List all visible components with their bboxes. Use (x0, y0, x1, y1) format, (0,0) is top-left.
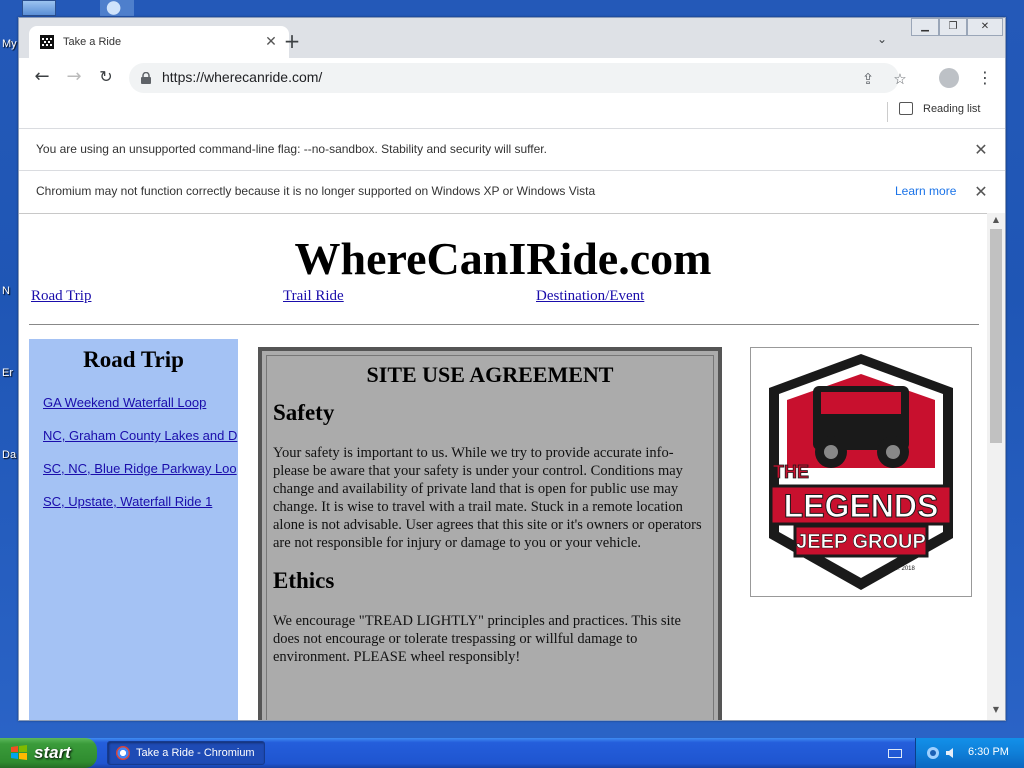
reading-list-label: Reading list (923, 102, 981, 115)
desktop-label-da[interactable]: Da (2, 449, 16, 461)
sidebar-link[interactable]: NC, Graham County Lakes and D (43, 428, 237, 443)
scroll-thumb[interactable] (990, 229, 1002, 443)
agreement-title: SITE USE AGREEMENT (366, 362, 614, 387)
maximize-button[interactable]: ❐ (939, 18, 967, 36)
browser-toolbar: ← → ↻ https://wherecanride.com/ ⇪ ☆ ⋮ (19, 58, 1005, 96)
browser-menu-icon[interactable]: ⋮ (977, 67, 993, 89)
taskbar-task-title: Take a Ride - Chromium (136, 747, 255, 759)
my-computer-icon[interactable] (22, 0, 56, 16)
scroll-down-icon[interactable]: ▼ (990, 705, 1002, 717)
infobar-unsupported-os: Chromium may not function correctly beca… (19, 170, 1005, 212)
infobar-close-icon[interactable]: ✕ (973, 182, 989, 201)
reload-button[interactable]: ↻ (94, 65, 118, 89)
network-tray-icon[interactable] (926, 746, 940, 760)
tab-title: Take a Ride (63, 36, 122, 48)
site-use-agreement: SITE USE AGREEMENT Safety Your safety is… (258, 347, 722, 720)
new-tab-button[interactable]: + (281, 30, 303, 52)
desktop-label-n[interactable]: N (2, 285, 10, 297)
tab-strip: Take a Ride ✕ + ⌄ ▁ ❐ ✕ (19, 18, 1005, 58)
address-bar[interactable]: https://wherecanride.com/ ⇪ ☆ (129, 63, 907, 93)
clock[interactable]: 6:30 PM (968, 746, 1009, 758)
sidebar-link[interactable]: GA Weekend Waterfall Loop (43, 395, 206, 410)
page-content: WhereCanIRide.com Road Trip Trail Ride D… (19, 213, 987, 720)
tab-take-a-ride[interactable]: Take a Ride ✕ (29, 26, 289, 58)
windows-flag-icon (11, 745, 27, 760)
logo-graphic: THE LEGENDS JEEP GROUP EST. 2018 (769, 354, 953, 590)
browser-window: Take a Ride ✕ + ⌄ ▁ ❐ ✕ ← → ↻ https://wh… (18, 17, 1006, 721)
scroll-up-icon[interactable]: ▲ (990, 215, 1002, 227)
keyboard-icon[interactable] (888, 749, 902, 758)
legends-jeep-group-logo: THE LEGENDS JEEP GROUP EST. 2018 (750, 347, 972, 597)
sidebar-title: Road Trip (83, 347, 184, 372)
desktop-label-my[interactable]: My (2, 38, 17, 50)
system-tray: 6:30 PM (915, 738, 1024, 768)
learn-more-link[interactable]: Learn more (895, 184, 956, 198)
site-title: WhereCanIRide.com (294, 233, 712, 284)
logo-text-jeep-group: JEEP GROUP (796, 531, 926, 553)
chromium-icon (116, 746, 130, 760)
url-text[interactable]: https://wherecanride.com/ (162, 69, 322, 85)
site-favicon-icon (40, 35, 54, 49)
tab-search-chevron-icon[interactable]: ⌄ (877, 32, 893, 48)
forward-button[interactable]: → (62, 65, 86, 89)
taskbar: start Take a Ride - Chromium 6:30 PM (0, 738, 1024, 768)
share-icon[interactable]: ⇪ (859, 70, 877, 88)
logo-text-the: THE (773, 462, 809, 482)
horizontal-rule (29, 324, 979, 325)
bookmarks-bar: Reading list (19, 96, 1005, 128)
section-body-safety: Your safety is important to us. While we… (273, 445, 702, 551)
close-window-button[interactable]: ✕ (967, 18, 1003, 36)
reading-list-button[interactable]: Reading list (899, 102, 980, 115)
section-heading-ethics: Ethics (273, 568, 335, 593)
start-button[interactable]: start (0, 738, 97, 768)
sidebar-link[interactable]: SC, Upstate, Waterfall Ride 1 (43, 494, 212, 509)
road-trip-sidebar: Road Trip GA Weekend Waterfall Loop NC, … (29, 339, 238, 720)
profile-avatar-icon[interactable] (939, 68, 959, 88)
infobar-text: You are using an unsupported command-lin… (36, 142, 547, 156)
reading-list-icon (899, 102, 913, 115)
bookmark-star-icon[interactable]: ☆ (891, 70, 909, 88)
infobar-close-icon[interactable]: ✕ (973, 140, 989, 159)
divider (887, 102, 888, 122)
section-heading-safety: Safety (273, 400, 335, 425)
logo-text-est: EST. 2018 (887, 566, 915, 572)
page-scrollbar[interactable]: ▲ ▼ (987, 213, 1005, 720)
desktop-label-er[interactable]: Er (2, 367, 13, 379)
volume-icon[interactable] (944, 746, 958, 760)
nav-link-destination-event[interactable]: Destination/Event (536, 288, 644, 305)
sidebar-link[interactable]: SC, NC, Blue Ridge Parkway Loo (43, 461, 237, 476)
tab-close-icon[interactable]: ✕ (263, 34, 279, 50)
nav-link-trail-ride[interactable]: Trail Ride (283, 288, 344, 305)
minimize-button[interactable]: ▁ (911, 18, 939, 36)
network-icon[interactable] (100, 0, 134, 16)
taskbar-chromium-button[interactable]: Take a Ride - Chromium (107, 741, 265, 765)
nav-link-road-trip[interactable]: Road Trip (31, 288, 91, 305)
back-button[interactable]: ← (30, 65, 54, 89)
infobar-text: Chromium may not function correctly beca… (36, 184, 596, 198)
section-body-ethics: We encourage "TREAD LIGHTLY" principles … (273, 613, 681, 665)
logo-text-legends: LEGENDS (784, 488, 939, 524)
infobar-sandbox: You are using an unsupported command-lin… (19, 128, 1005, 170)
start-label: start (34, 743, 71, 762)
lock-icon[interactable] (141, 72, 151, 84)
